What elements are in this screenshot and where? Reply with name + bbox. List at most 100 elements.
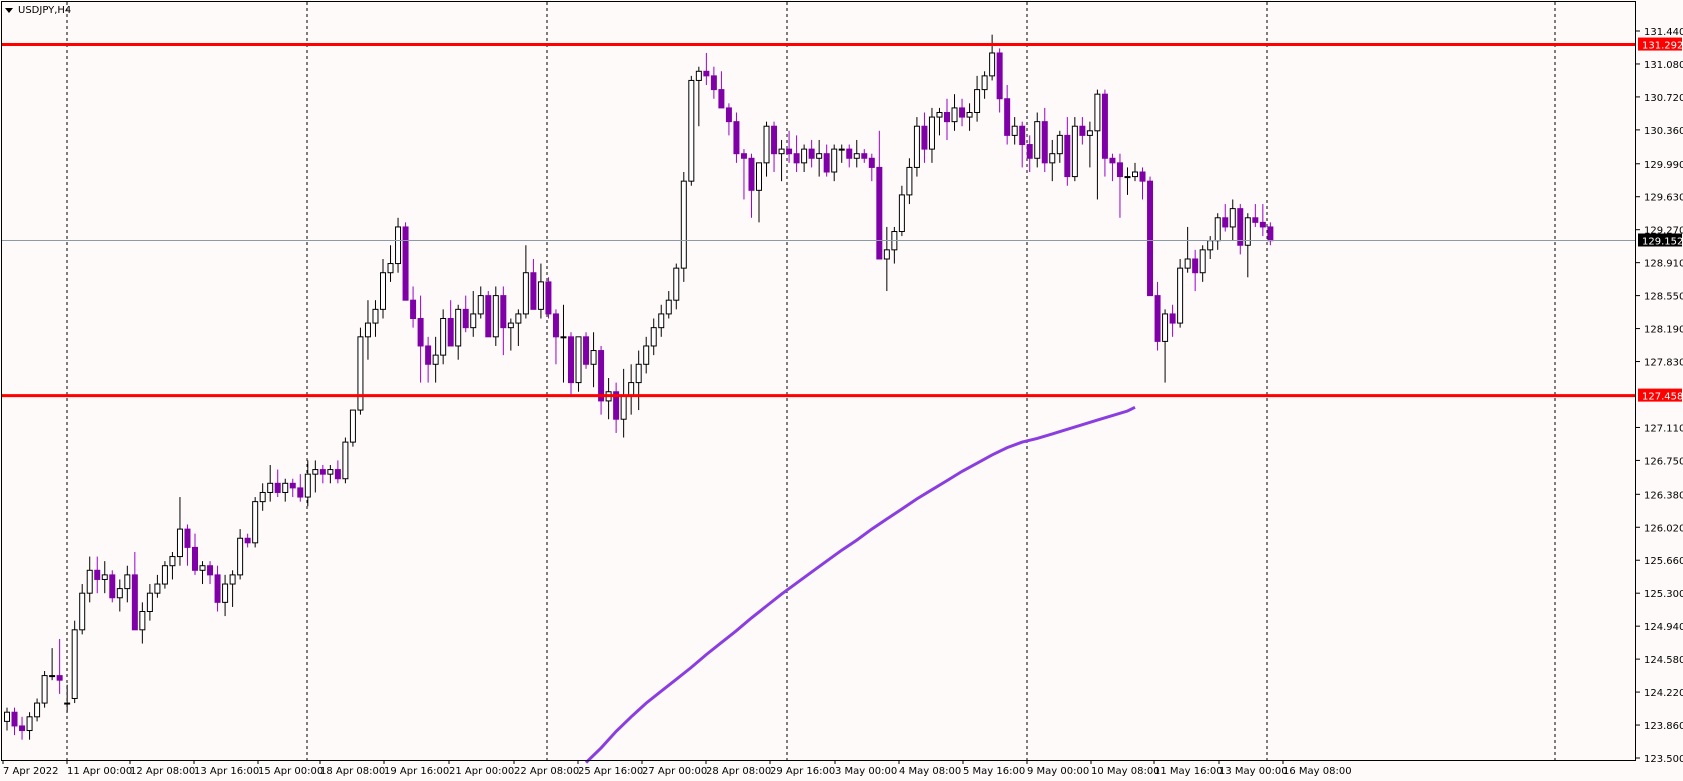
candle-body [1124,176,1131,179]
x-tick-label: 29 Apr 16:00 [770,766,835,777]
candle-body [1229,208,1236,228]
candle-body [838,148,845,151]
candle-body [635,363,642,384]
x-tick-label: 19 Apr 16:00 [384,766,449,777]
candle [485,291,492,338]
current-price-tag-label: 129.152 [1642,236,1683,247]
candle-body [620,395,627,420]
candle-body [846,148,853,159]
candle-body [1086,130,1093,136]
candle-body [440,318,447,356]
x-tick-label: 11 Apr 00:00 [67,766,132,777]
candle-body [898,194,905,233]
level-tag-resistance: 131.292 [1638,37,1683,52]
candle-body [470,313,477,329]
candle-body [161,565,168,585]
candle-body [19,725,26,732]
candle-body [921,125,928,150]
candle-body [395,226,402,265]
candle [680,172,687,282]
candle-body [222,583,229,603]
chart-background [0,0,1683,781]
candle [583,332,590,369]
candle-body [778,148,785,155]
candle-body [928,116,935,150]
candle-body [733,121,740,155]
candle-body [515,313,522,324]
x-tick-label: 7 Apr 2022 [3,766,58,777]
candle-body [334,469,341,480]
candle-body [101,574,108,580]
candle-body [267,482,274,493]
candle [342,437,349,484]
candle-body [756,162,762,191]
y-tick-label: 125.300 [1644,589,1683,600]
candle-body [71,629,78,699]
x-tick-label: 3 May 00:00 [835,766,897,777]
y-tick-label: 131.080 [1644,60,1683,71]
candle-body [996,52,1003,100]
x-tick-label: 4 May 08:00 [899,766,961,777]
candle-body [1139,171,1146,182]
candle-body [831,148,838,173]
candle-body [530,272,537,310]
candle-body [643,345,650,365]
candle-body [951,107,958,123]
candle-body [289,482,296,489]
candle-body [936,111,943,118]
candle-body [387,263,394,274]
y-tick-label: 123.860 [1644,721,1683,732]
candle-body [342,441,349,480]
y-tick-label: 124.220 [1644,688,1683,699]
candle-body [1199,249,1206,274]
candle-body [372,308,379,324]
candle-body [86,569,93,594]
candle-body [462,308,469,329]
candle-body [425,345,432,365]
candle-body [590,350,597,365]
candle-body [327,469,334,475]
candle-body [725,107,732,123]
x-tick-label: 16 May 08:00 [1283,766,1352,777]
candle-body [1252,217,1259,223]
y-tick-label: 129.990 [1644,160,1683,171]
candle-body [79,592,86,631]
candle-body [1034,121,1041,159]
candle-body [124,574,131,590]
candle-body [1207,240,1214,251]
level-tag-resistance-label: 131.292 [1642,41,1683,52]
x-tick-label: 21 Apr 00:00 [449,766,514,777]
candle [402,222,409,301]
candle-body [913,125,920,168]
candle-body [568,336,574,384]
candle-body [477,295,484,315]
price-chart[interactable]: 131.440 131.080 130.720 130.360 129.990 129.6… [0,0,1683,781]
candle-body [763,125,770,164]
y-tick-label: 127.830 [1644,358,1683,369]
x-tick-label: 5 May 16:00 [963,766,1025,777]
candle-body [1192,258,1199,274]
candle [1147,176,1154,297]
candle-body [1116,162,1123,178]
candle-body [1222,217,1229,228]
candle-body [1109,157,1116,164]
candle-body [1011,125,1018,136]
candle-body [11,711,18,727]
candle [1071,117,1078,182]
y-tick-label: 125.660 [1644,556,1683,567]
y-tick-label: 126.750 [1644,456,1683,467]
y-tick-label: 128.550 [1644,292,1683,303]
candle-body [801,148,808,164]
candle [349,409,356,447]
y-tick-label: 126.020 [1644,523,1683,534]
candle-body [1064,134,1071,178]
candle-body [432,354,439,365]
candle-body [710,75,717,91]
x-tick-label: 15 Apr 00:00 [258,766,323,777]
x-tick-label: 13 Apr 16:00 [194,766,259,777]
y-tick-label: 129.630 [1644,193,1683,204]
candle-body [673,267,680,301]
candle-body [1101,93,1108,159]
candle-body [207,565,214,576]
candle-body [959,107,966,118]
